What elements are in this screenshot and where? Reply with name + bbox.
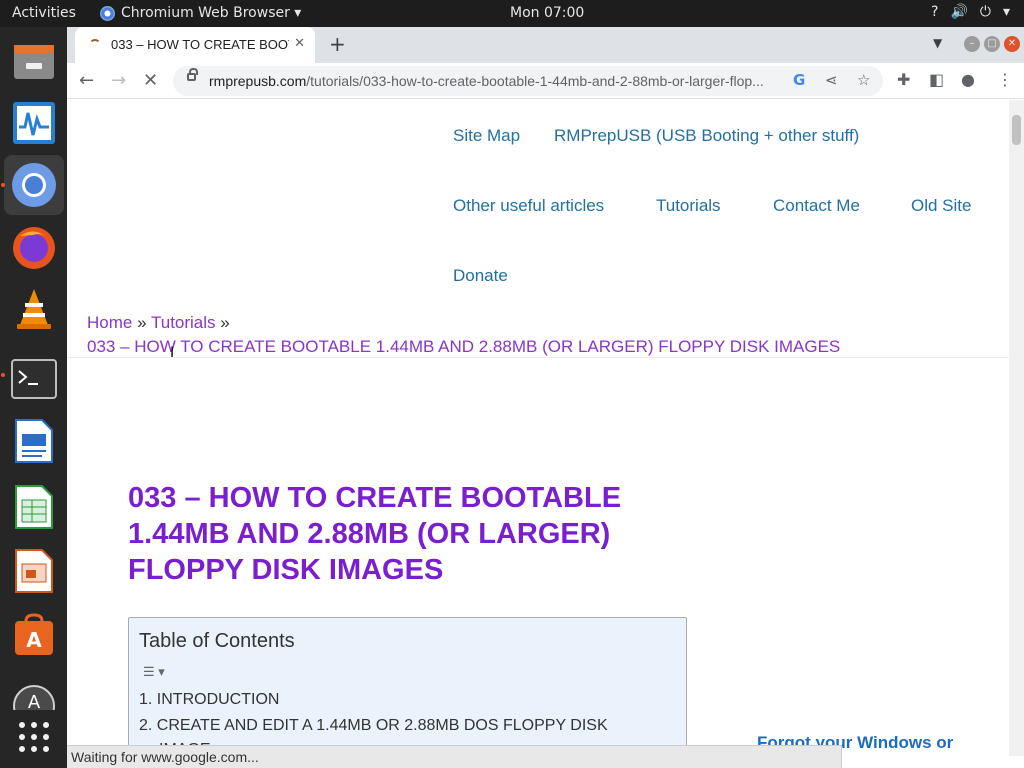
toc-toggle[interactable]: ☰ ▾ bbox=[143, 664, 165, 680]
new-tab-button[interactable]: + bbox=[329, 32, 346, 56]
toc-item[interactable]: 1. INTRODUCTION bbox=[139, 691, 279, 709]
dock-terminal[interactable] bbox=[4, 349, 64, 409]
vlc-icon bbox=[17, 289, 51, 329]
running-indicator bbox=[1, 373, 5, 377]
nav-site-map[interactable]: Site Map bbox=[453, 126, 520, 146]
dock-chromium[interactable] bbox=[4, 155, 64, 215]
text-cursor-icon: I bbox=[170, 345, 175, 361]
scrollbar[interactable] bbox=[1009, 100, 1024, 756]
system-monitor-icon bbox=[13, 102, 55, 144]
toc-title: Table of Contents bbox=[139, 630, 295, 652]
status-bubble: Waiting for www.google.com... bbox=[67, 745, 842, 768]
side-panel-icon[interactable]: ◧ bbox=[929, 70, 944, 89]
nav-rmprepusb[interactable]: RMPrepUSB (USB Booting + other stuff) bbox=[554, 126, 859, 146]
app-grid-icon bbox=[19, 722, 49, 752]
calc-icon bbox=[15, 485, 53, 529]
tab-active[interactable]: 033 – HOW TO CREATE BOOTABLE ✕ bbox=[75, 27, 315, 63]
tab-title: 033 – HOW TO CREATE BOOTABLE bbox=[111, 37, 289, 52]
dock: A A bbox=[0, 27, 67, 768]
file-manager-icon bbox=[14, 45, 54, 79]
dock-impress[interactable] bbox=[4, 541, 64, 601]
updater-icon: A bbox=[13, 685, 55, 710]
browser-window: 033 – HOW TO CREATE BOOTABLE ✕ + ▼ – □ ✕… bbox=[67, 27, 1024, 768]
svg-text:A: A bbox=[26, 628, 42, 652]
url-path: /tutorials/033-how-to-create-bootable-1-… bbox=[306, 73, 764, 89]
breadcrumb-current[interactable]: 033 – HOW TO CREATE BOOTABLE 1.44MB AND … bbox=[87, 337, 840, 357]
system-tray[interactable]: ? 🔊 ⏻ ▾ bbox=[931, 4, 1010, 20]
breadcrumb: Home » Tutorials » bbox=[87, 313, 230, 333]
dock-software[interactable]: A bbox=[4, 605, 64, 665]
close-window-button[interactable]: ✕ bbox=[1004, 36, 1020, 52]
maximize-button[interactable]: □ bbox=[984, 36, 1000, 52]
minimize-button[interactable]: – bbox=[964, 36, 980, 52]
url-host: rmprepusb.com bbox=[209, 73, 307, 89]
dock-files[interactable] bbox=[4, 31, 64, 91]
chromium-icon bbox=[12, 163, 56, 207]
close-icon[interactable]: ✕ bbox=[294, 36, 305, 51]
power-icon[interactable]: ⏻ bbox=[980, 4, 991, 20]
breadcrumb-tutorials[interactable]: Tutorials bbox=[151, 313, 216, 332]
bookmark-star-icon[interactable]: ☆ bbox=[857, 71, 870, 89]
tab-search-icon[interactable]: ▼ bbox=[933, 36, 942, 50]
firefox-icon bbox=[13, 227, 55, 269]
dock-firefox[interactable] bbox=[4, 217, 64, 277]
google-translate-icon[interactable]: G bbox=[793, 71, 805, 89]
menu-icon[interactable]: ⋮ bbox=[997, 70, 1013, 89]
web-page: Site Map RMPrepUSB (USB Booting + other … bbox=[67, 100, 1009, 756]
address-bar[interactable]: rmprepusb.com/tutorials/033-how-to-creat… bbox=[173, 66, 883, 96]
url-text[interactable]: rmprepusb.com/tutorials/033-how-to-creat… bbox=[209, 73, 779, 89]
nav-other-articles[interactable]: Other useful articles bbox=[453, 196, 604, 216]
dock-system-monitor[interactable] bbox=[4, 93, 64, 153]
terminal-icon bbox=[11, 359, 57, 399]
nav-donate[interactable]: Donate bbox=[453, 266, 508, 286]
running-indicator bbox=[1, 183, 5, 187]
share-icon[interactable]: ⋖ bbox=[825, 71, 838, 89]
scrollbar-thumb[interactable] bbox=[1012, 115, 1021, 145]
breadcrumb-separator: » bbox=[220, 313, 230, 332]
dock-writer[interactable] bbox=[4, 411, 64, 471]
tab-strip: 033 – HOW TO CREATE BOOTABLE ✕ + ▼ – □ ✕ bbox=[67, 27, 1024, 63]
app-menu-label: Chromium Web Browser ▾ bbox=[121, 5, 302, 21]
nav-old-site[interactable]: Old Site bbox=[911, 196, 971, 216]
divider bbox=[67, 357, 1009, 358]
breadcrumb-home[interactable]: Home bbox=[87, 313, 132, 332]
table-of-contents: Table of Contents ☰ ▾ 1. INTRODUCTION 2.… bbox=[128, 617, 687, 756]
dock-show-apps[interactable] bbox=[4, 707, 64, 767]
dock-calc[interactable] bbox=[4, 477, 64, 537]
impress-icon bbox=[15, 549, 53, 593]
breadcrumb-current-label[interactable]: 033 – HOW TO CREATE BOOTABLE 1.44MB AND … bbox=[87, 337, 840, 356]
forward-button[interactable]: → bbox=[111, 70, 126, 91]
extensions-icon[interactable]: ✚ bbox=[897, 70, 910, 89]
writer-icon bbox=[15, 419, 53, 463]
volume-icon[interactable]: 🔊 bbox=[950, 4, 967, 20]
software-center-icon: A bbox=[15, 613, 53, 655]
loading-spinner-icon bbox=[89, 39, 101, 51]
clock[interactable]: Mon 07:00 bbox=[510, 5, 584, 21]
lock-icon[interactable] bbox=[187, 68, 198, 81]
profile-icon[interactable]: ● bbox=[961, 70, 975, 89]
activities-button[interactable]: Activities bbox=[12, 5, 76, 21]
page-title: 033 – HOW TO CREATE BOOTABLE 1.44MB AND … bbox=[128, 482, 622, 586]
dock-vlc[interactable] bbox=[4, 279, 64, 339]
breadcrumb-separator: » bbox=[137, 313, 147, 332]
network-icon[interactable]: ? bbox=[931, 4, 938, 20]
app-menu[interactable]: Chromium Web Browser ▾ bbox=[100, 5, 301, 21]
toc-item[interactable]: 2. CREATE AND EDIT A 1.44MB OR 2.88MB DO… bbox=[139, 717, 608, 735]
back-button[interactable]: ← bbox=[79, 70, 94, 91]
stop-button[interactable]: ✕ bbox=[143, 70, 158, 91]
gnome-top-bar: Activities Chromium Web Browser ▾ Mon 07… bbox=[0, 0, 1024, 27]
browser-toolbar: ← → ✕ rmprepusb.com/tutorials/033-how-to… bbox=[67, 63, 1024, 99]
nav-contact[interactable]: Contact Me bbox=[773, 196, 860, 216]
chromium-icon bbox=[100, 5, 115, 21]
chevron-down-icon[interactable]: ▾ bbox=[1003, 4, 1010, 20]
nav-tutorials[interactable]: Tutorials bbox=[656, 196, 721, 216]
